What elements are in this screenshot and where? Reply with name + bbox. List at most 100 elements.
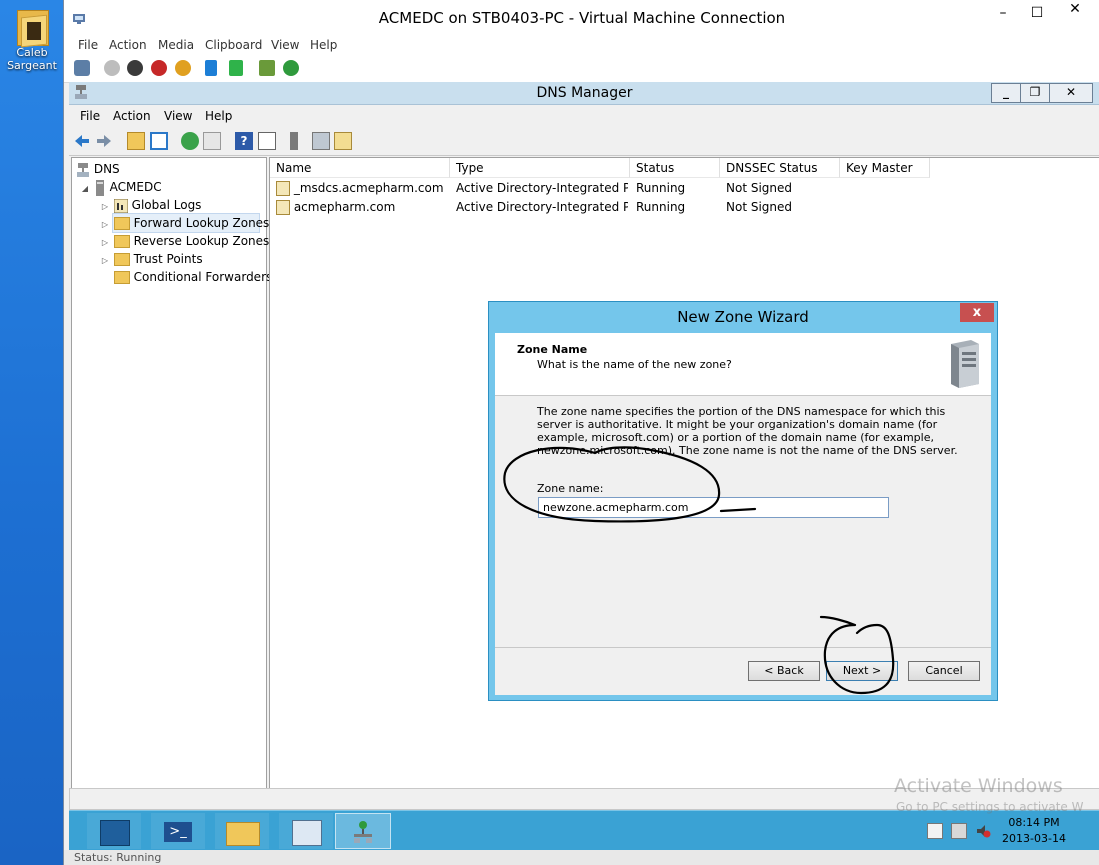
dns-menu-file[interactable]: File [80,105,100,127]
vm-minimize-button[interactable]: – [988,4,1018,24]
zone-name-input[interactable]: newzone.acmepharm.com [538,497,889,518]
folder-icon [113,235,130,248]
vm-menu-clipboard[interactable]: Clipboard [205,34,262,56]
network-icon[interactable] [951,823,967,839]
save-state-icon[interactable] [175,60,191,76]
resume-icon[interactable] [229,60,243,76]
vm-menubar: File Action Media Clipboard View Help [64,34,1099,56]
column-header-name[interactable]: Name [270,158,450,178]
dns-manager-task-icon[interactable] [335,813,391,849]
vm-window-title: ACMEDC on STB0403-PC - Virtual Machine C… [378,9,786,27]
server-icon[interactable] [290,132,298,150]
dns-menu-help[interactable]: Help [205,105,232,127]
zone-icon [276,200,290,215]
export-list-icon[interactable] [203,132,221,150]
table-row[interactable]: acmepharm.com Active Directory-Integrate… [270,198,1099,217]
wizard-footer-divider [495,647,991,648]
tree-item-reverse-lookup-zones[interactable]: ▷ Reverse Lookup Zones [100,232,269,250]
zone-name-label: Zone name: [537,482,604,495]
vm-restore-button[interactable]: ☐ [1022,4,1052,24]
row-name: acmepharm.com [293,200,396,214]
zone-icon [276,181,290,196]
vm-menu-media[interactable]: Media [158,34,194,56]
back-button[interactable]: < Back [748,661,820,681]
revert-icon[interactable] [283,60,299,76]
vm-menu-file[interactable]: File [78,34,98,56]
folder-icon [113,271,130,284]
activate-windows-watermark: Activate Windows [894,775,1063,797]
desktop-icon-label-last: Sargeant [7,59,57,72]
vm-menu-help[interactable]: Help [310,34,337,56]
system-clock[interactable]: 08:14 PM 2013-03-14 [989,815,1079,847]
start-icon[interactable] [104,60,120,76]
wizard-title: New Zone Wizard [677,308,809,326]
help-icon[interactable]: ? [235,132,253,150]
row-dnssec: Not Signed [726,200,793,214]
tree-item-conditional-forwarders[interactable]: ▷ Conditional Forwarders [100,268,272,286]
tree-item-forward-lookup-zones[interactable]: ▷ Forward Lookup Zones [100,214,269,232]
checkpoint-icon[interactable] [259,60,275,76]
file-explorer-task-icon[interactable] [215,813,269,849]
vm-menu-view[interactable]: View [271,34,299,56]
tree-root-dns[interactable]: DNS [76,160,120,178]
row-type: Active Directory-Integrated Pr... [456,181,628,195]
properties-icon[interactable] [258,132,276,150]
up-folder-icon[interactable] [127,132,145,150]
tree-item-trust-points[interactable]: ▷ Trust Points [100,250,203,268]
tree-item-global-logs[interactable]: ▷ Global Logs [100,196,201,214]
activate-windows-watermark-sub: Go to PC settings to activate W [896,800,1084,814]
tree-item-label: Global Logs [131,198,202,212]
vm-connection-window: ACMEDC on STB0403-PC - Virtual Machine C… [63,0,1099,865]
wizard-page-heading: Zone Name [517,343,588,356]
turn-off-icon[interactable] [127,60,143,76]
desktop-folder-shortcut[interactable]: Caleb Sargeant [4,4,60,72]
row-status: Running [636,181,686,195]
forward-arrow-icon[interactable] [95,132,113,150]
dns-menu-action[interactable]: Action [113,105,151,127]
column-header-dnssec[interactable]: DNSSEC Status [720,158,840,178]
vm-menu-action[interactable]: Action [109,34,147,56]
dns-titlebar[interactable]: DNS Manager _ ❐ ✕ [69,82,1099,105]
tree-server-acmedc[interactable]: ◢ ACMEDC [80,178,162,196]
new-zone-wizard-dialog: New Zone Wizard x Zone Name What is the … [488,301,998,701]
next-button[interactable]: Next > [826,661,898,681]
wizard-body: Zone Name What is the name of the new zo… [495,333,991,695]
zone-icon[interactable] [334,132,352,150]
column-header-key-master[interactable]: Key Master [840,158,930,178]
collapse-arrow-icon[interactable]: ◢ [80,180,90,198]
back-arrow-icon[interactable] [73,132,91,150]
vm-titlebar[interactable]: ACMEDC on STB0403-PC - Virtual Machine C… [64,0,1099,34]
wizard-close-button[interactable]: x [960,303,994,322]
desktop-icon-label-first: Caleb [16,46,48,59]
powershell-task-icon[interactable]: >_ [151,813,205,849]
dns-window-title: DNS Manager [536,85,633,101]
wizard-description: The zone name specifies the portion of t… [537,405,958,457]
folder-icon [113,253,130,266]
server-manager-task-icon[interactable] [87,813,141,849]
dns-restore-button[interactable]: ❐ [1020,83,1050,103]
table-row[interactable]: _msdcs.acmepharm.com Active Directory-In… [270,179,1099,198]
row-name: _msdcs.acmepharm.com [293,181,444,195]
tree-item-label: Trust Points [133,252,203,266]
dns-menu-view[interactable]: View [164,105,192,127]
taskbar: >_ 08:14 PM 2013-03-14 [69,810,1099,851]
record-list-icon[interactable] [312,132,330,150]
row-dnssec: Not Signed [726,181,793,195]
dns-close-button[interactable]: ✕ [1049,83,1093,103]
ctrl-alt-del-icon[interactable] [74,60,90,76]
vm-close-button[interactable]: ✕ [1051,0,1099,24]
vm-status-text: Status: Running [74,851,162,864]
show-hide-tree-icon[interactable] [150,132,168,150]
refresh-icon[interactable] [181,132,199,150]
vm-status-bar: Status: Running [64,850,1099,865]
wizard-page-subheading: What is the name of the new zone? [537,358,732,371]
column-header-type[interactable]: Type [450,158,630,178]
dns-minimize-button[interactable]: _ [991,83,1021,103]
event-log-icon [113,198,129,213]
shutdown-icon[interactable] [151,60,167,76]
control-panel-task-icon[interactable] [279,813,333,849]
pause-icon[interactable] [205,60,217,76]
cancel-button[interactable]: Cancel [908,661,980,681]
action-center-flag-icon[interactable] [927,823,943,839]
column-header-status[interactable]: Status [630,158,720,178]
